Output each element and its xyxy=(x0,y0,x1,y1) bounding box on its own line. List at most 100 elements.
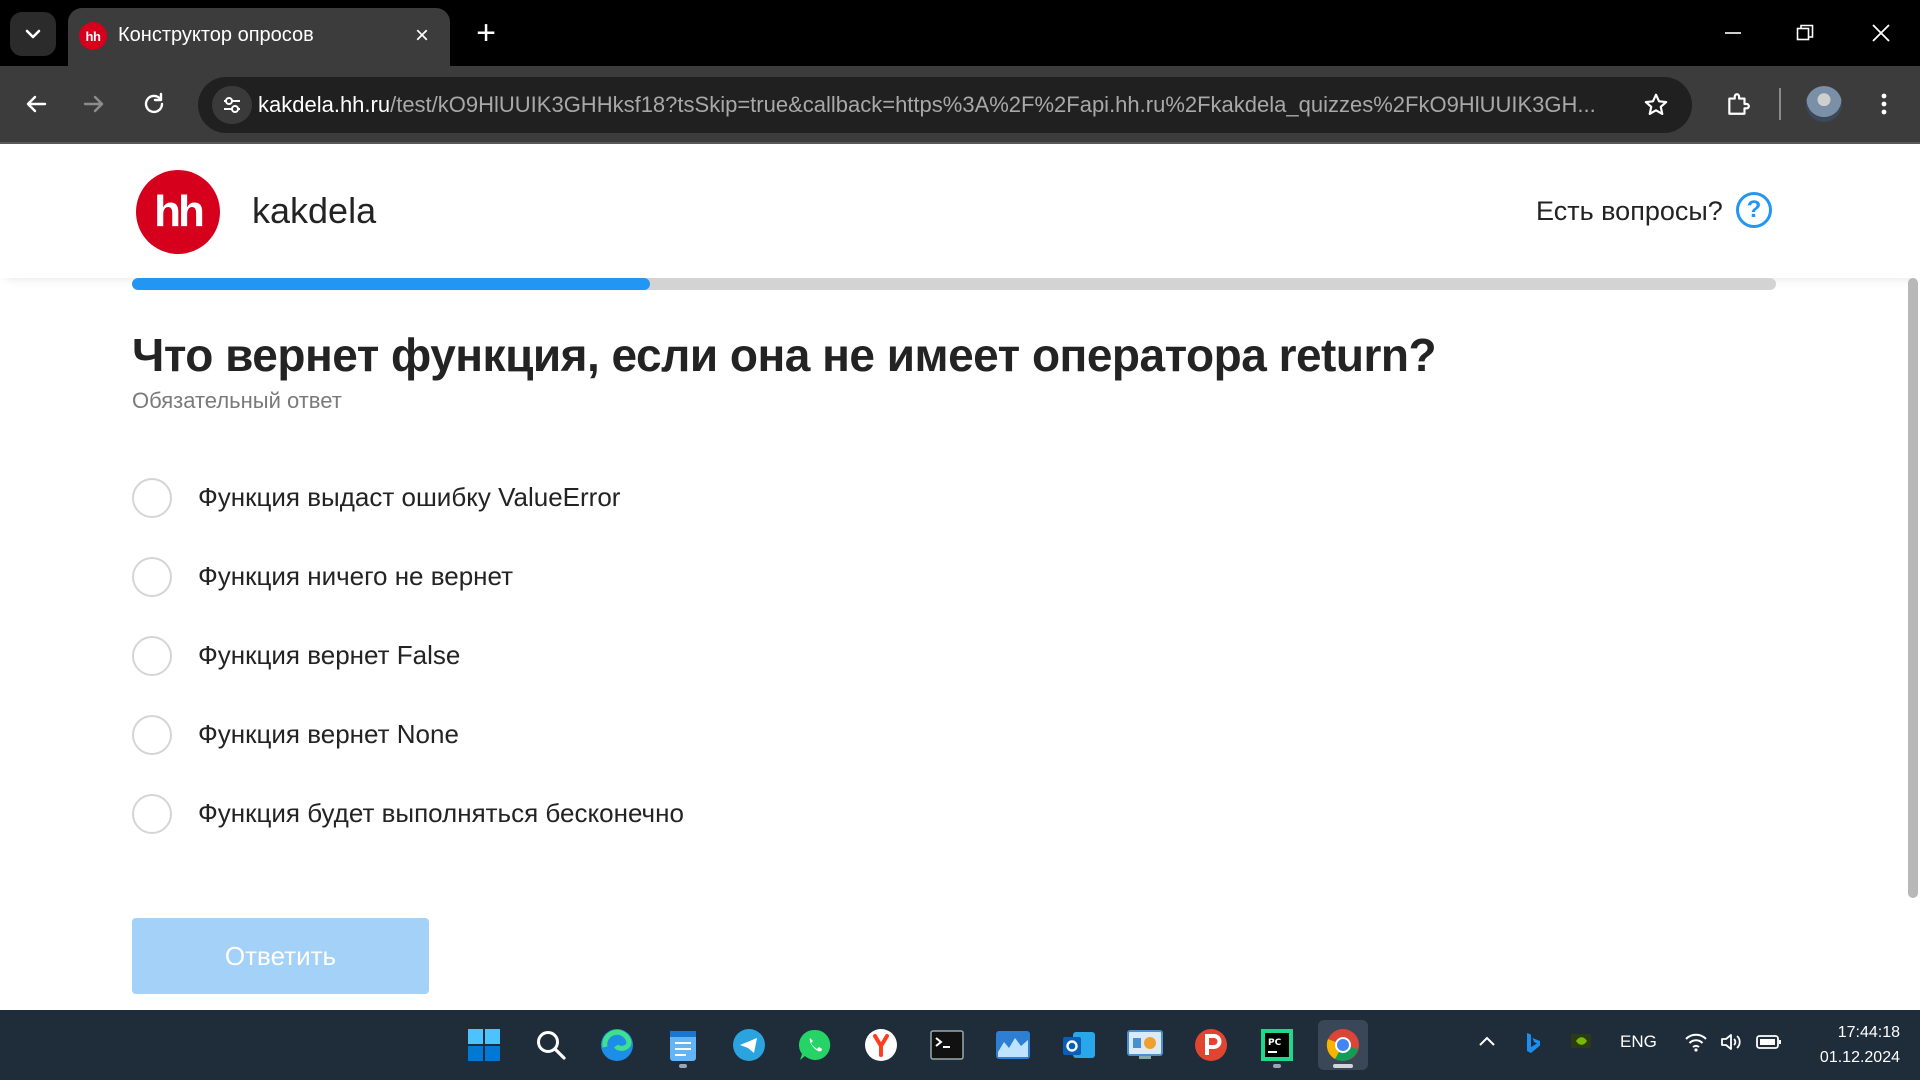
answer-option[interactable]: Функция выдаст ошибку ValueError xyxy=(132,458,1332,537)
answer-options: Функция выдаст ошибку ValueError Функция… xyxy=(132,458,1332,853)
pycharm-app[interactable]: PC xyxy=(1252,1020,1302,1070)
taskbar-search-button[interactable] xyxy=(526,1020,576,1070)
nvidia-tray-button[interactable] xyxy=(1570,1032,1592,1055)
radio-button[interactable] xyxy=(132,556,172,597)
forward-button[interactable] xyxy=(72,82,116,126)
answer-option-label[interactable]: Функция ничего не вернет xyxy=(198,561,513,592)
answer-option[interactable]: Функция вернет False xyxy=(132,616,1332,695)
submit-button[interactable]: Ответить xyxy=(132,918,429,994)
yandex-icon xyxy=(865,1029,897,1061)
radio-button[interactable] xyxy=(132,477,172,518)
browser-tab-bar: hh Конструктор опросов × + xyxy=(0,0,1920,66)
restore-button[interactable] xyxy=(1782,12,1828,54)
wifi-icon xyxy=(1685,1033,1707,1052)
bing-tray-button[interactable] xyxy=(1524,1032,1542,1059)
radio-button[interactable] xyxy=(132,714,172,755)
answer-option-label[interactable]: Функция будет выполняться бесконечно xyxy=(198,798,684,829)
notepad-icon xyxy=(670,1031,696,1061)
url-text: kakdela.hh.ru/test/kO9HlUUIK3GHHksf18?ts… xyxy=(258,92,1618,118)
toolbar-divider xyxy=(1779,88,1781,120)
browser-toolbar: kakdela.hh.ru/test/kO9HlUUIK3GHHksf18?ts… xyxy=(0,66,1920,144)
minimize-button[interactable] xyxy=(1710,12,1756,54)
answer-option-label[interactable]: Функция вернет False xyxy=(198,640,460,671)
language-indicator[interactable]: ENG xyxy=(1620,1032,1657,1052)
pycharm-icon: PC xyxy=(1261,1029,1293,1061)
radio-button[interactable] xyxy=(132,635,172,676)
tune-icon xyxy=(224,97,240,113)
new-tab-button[interactable]: + xyxy=(466,14,506,54)
taskbar: PC ENG 17:44:18 01.12.2024 xyxy=(0,1010,1920,1080)
required-note: Обязательный ответ xyxy=(132,388,342,413)
question-mark-icon[interactable]: ? xyxy=(1736,192,1772,228)
clock-time: 17:44:18 xyxy=(1837,1024,1900,1041)
profile-avatar[interactable] xyxy=(1806,86,1842,122)
clock-date: 01.12.2024 xyxy=(1819,1049,1900,1066)
wifi-tray-button[interactable] xyxy=(1684,1032,1708,1057)
site-info-button[interactable] xyxy=(212,86,252,124)
answer-option-label[interactable]: Функция вернет None xyxy=(198,719,459,750)
outlook-icon xyxy=(1063,1032,1095,1058)
svg-text:PC: PC xyxy=(1268,1038,1282,1048)
extensions-button[interactable] xyxy=(1716,82,1760,126)
chrome-app[interactable] xyxy=(1318,1020,1368,1070)
back-button[interactable] xyxy=(14,82,58,126)
url-path: /test/kO9HlUUIK3GHHksf18?tsSkip=true&cal… xyxy=(390,92,1596,117)
running-indicator xyxy=(1333,1064,1353,1068)
hh-logo[interactable]: hh xyxy=(136,170,220,254)
running-indicator xyxy=(679,1064,687,1068)
outlook-app[interactable] xyxy=(1054,1020,1104,1070)
start-button[interactable] xyxy=(459,1020,509,1070)
answer-option[interactable]: Функция вернет None xyxy=(132,695,1332,774)
answer-option-label[interactable]: Функция выдаст ошибку ValueError xyxy=(198,482,620,513)
system-clock[interactable]: 17:44:18 01.12.2024 xyxy=(1800,1020,1900,1070)
battery-icon xyxy=(1756,1035,1781,1049)
radio-button[interactable] xyxy=(132,793,172,834)
whatsapp-icon xyxy=(798,1029,831,1060)
close-tab-icon[interactable]: × xyxy=(408,22,436,50)
terminal-icon xyxy=(930,1030,964,1060)
yandex-browser-app[interactable] xyxy=(856,1020,906,1070)
answer-option[interactable]: Функция ничего не вернет xyxy=(132,537,1332,616)
volume-tray-button[interactable] xyxy=(1720,1032,1744,1057)
help-link[interactable]: Есть вопросы? xyxy=(1536,196,1723,227)
pomodoro-app[interactable] xyxy=(1186,1020,1236,1070)
arrow-right-icon xyxy=(83,95,104,113)
terminal-app[interactable] xyxy=(922,1020,972,1070)
restore-icon xyxy=(1796,24,1814,41)
more-vertical-icon xyxy=(1881,93,1887,115)
menu-button[interactable] xyxy=(1862,82,1906,126)
close-window-button[interactable] xyxy=(1858,12,1904,54)
control-panel-app[interactable] xyxy=(1120,1020,1170,1070)
question-title: Что вернет функция, если она не имеет оп… xyxy=(132,329,1437,381)
chevron-down-icon xyxy=(25,29,41,39)
address-bar[interactable]: kakdela.hh.ru/test/kO9HlUUIK3GHHksf18?ts… xyxy=(198,77,1692,133)
resource-monitor-app[interactable] xyxy=(988,1020,1038,1070)
show-hidden-icons-button[interactable] xyxy=(1478,1032,1496,1055)
answer-option[interactable]: Функция будет выполняться бесконечно xyxy=(132,774,1332,853)
hh-favicon-icon: hh xyxy=(79,22,107,50)
bookmark-button[interactable] xyxy=(1640,89,1672,121)
active-tab[interactable]: hh Конструктор опросов × xyxy=(68,8,450,66)
notepad-app[interactable] xyxy=(658,1020,708,1070)
tab-title: Конструктор опросов xyxy=(118,24,314,46)
page-scrollbar[interactable] xyxy=(1908,278,1918,898)
arrow-left-icon xyxy=(26,95,47,113)
windows-logo-icon xyxy=(468,1029,500,1061)
close-icon xyxy=(1872,24,1890,42)
edge-app[interactable] xyxy=(592,1020,642,1070)
url-host: kakdela.hh.ru xyxy=(258,92,391,117)
progress-fill xyxy=(132,278,650,290)
nvidia-icon xyxy=(1571,1034,1591,1048)
monitor-chart-icon xyxy=(996,1031,1030,1059)
running-indicator xyxy=(1273,1064,1281,1068)
battery-tray-button[interactable] xyxy=(1756,1032,1782,1057)
reload-button[interactable] xyxy=(132,82,176,126)
telegram-app[interactable] xyxy=(724,1020,774,1070)
minimize-icon xyxy=(1725,32,1741,34)
telegram-icon xyxy=(733,1029,765,1061)
bing-icon xyxy=(1527,1033,1540,1053)
chevron-up-icon xyxy=(1479,1036,1495,1046)
whatsapp-app[interactable] xyxy=(790,1020,840,1070)
tab-search-button[interactable] xyxy=(10,12,56,56)
site-header: hh kakdela Есть вопросы? ? xyxy=(0,144,1920,278)
